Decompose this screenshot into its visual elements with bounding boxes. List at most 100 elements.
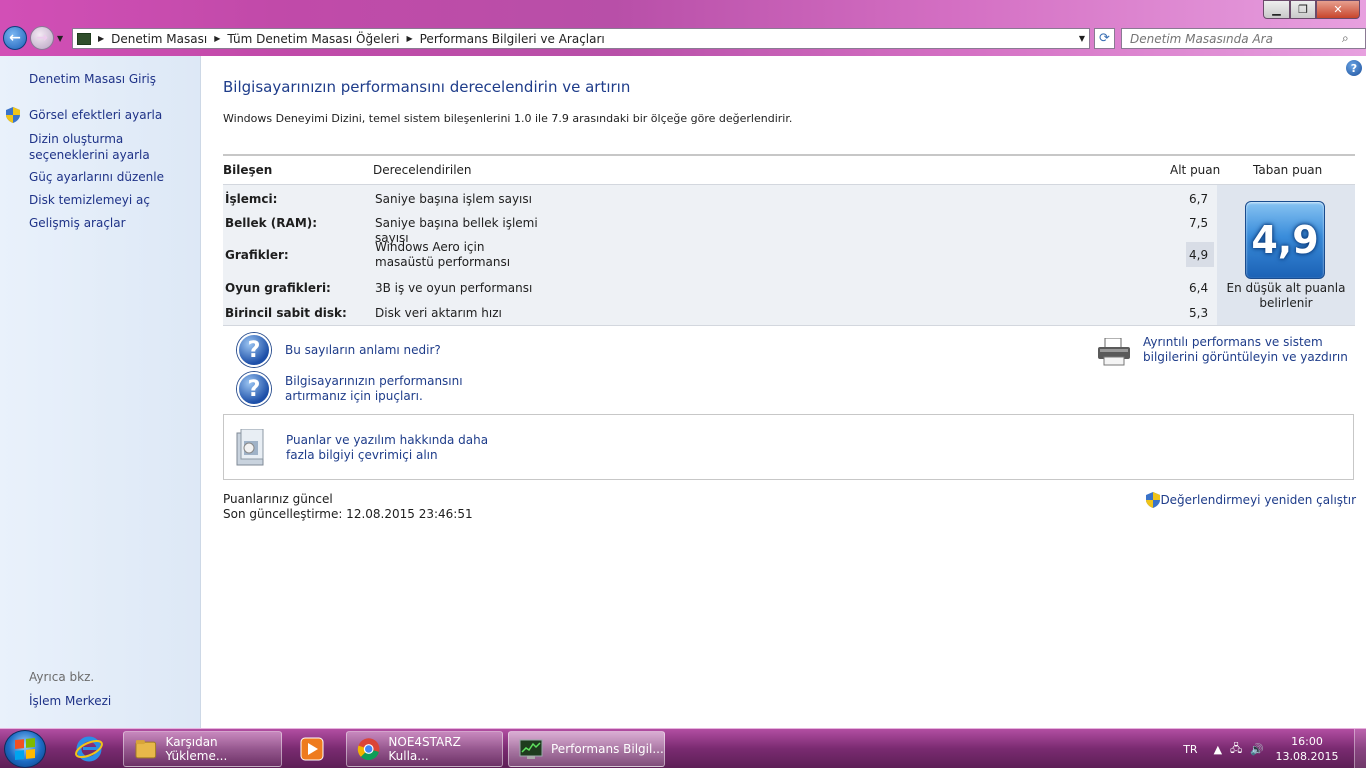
component-subscore: 6,4 bbox=[1189, 281, 1209, 295]
close-icon: ✕ bbox=[1333, 3, 1343, 16]
online-info-link[interactable]: Puanlar ve yazılım hakkında daha fazla b… bbox=[286, 433, 506, 463]
column-header-base-score: Taban puan bbox=[1253, 163, 1323, 177]
breadcrumb-separator-icon[interactable]: ▶ bbox=[406, 34, 412, 43]
minimize-icon: ▁ bbox=[1272, 3, 1281, 16]
address-dropdown-icon[interactable]: ▼ bbox=[1079, 34, 1085, 43]
search-box[interactable]: ⌕ bbox=[1121, 28, 1366, 49]
tips-link[interactable]: Bilgisayarınızın performansını artırmanı… bbox=[285, 374, 505, 404]
system-tray: TR ▲ 🖧 🔊 16:00 13.08.2015 bbox=[1183, 729, 1366, 768]
close-button[interactable]: ✕ bbox=[1316, 0, 1360, 19]
online-info-box: Puanlar ve yazılım hakkında daha fazla b… bbox=[223, 414, 1354, 480]
component-subscore: 4,9 bbox=[1189, 248, 1209, 262]
media-player-icon bbox=[300, 737, 324, 761]
address-bar[interactable]: ▶ Denetim Masası ▶ Tüm Denetim Masası Öğ… bbox=[72, 28, 1090, 49]
component-subscore: 7,5 bbox=[1189, 216, 1209, 230]
start-button[interactable] bbox=[4, 730, 46, 768]
volume-icon[interactable]: 🔊 bbox=[1250, 743, 1264, 756]
search-icon[interactable]: ⌕ bbox=[1342, 31, 1349, 46]
main-content: ? Bilgisayarınızın performansını derecel… bbox=[201, 56, 1366, 728]
taskbar-item-chrome[interactable]: NOE4STARZ Kulla... bbox=[346, 731, 503, 767]
sidebar-item-indexing-options[interactable]: Dizin oluşturma seçeneklerini ayarla bbox=[29, 131, 199, 163]
last-update-text: Son güncelleştirme: 12.08.2015 23:46:51 bbox=[223, 507, 473, 521]
component-subscore: 6,7 bbox=[1189, 192, 1209, 206]
navigation-buttons: ← → ▼ bbox=[3, 26, 63, 50]
back-button[interactable]: ← bbox=[3, 26, 27, 50]
clock-time: 16:00 bbox=[1291, 735, 1323, 748]
meaning-link[interactable]: Bu sayıların anlamı nedir? bbox=[285, 343, 441, 358]
media-player-pin[interactable] bbox=[287, 732, 337, 766]
maximize-button[interactable]: ❐ bbox=[1290, 0, 1316, 19]
window-controls: ▁ ❐ ✕ bbox=[1263, 0, 1360, 19]
uac-shield-icon bbox=[1146, 492, 1161, 508]
clock[interactable]: 16:00 13.08.2015 bbox=[1272, 734, 1342, 764]
table-divider bbox=[223, 154, 1355, 156]
recent-pages-dropdown[interactable]: ▼ bbox=[57, 34, 63, 43]
arrow-right-icon: → bbox=[36, 30, 48, 46]
base-score-panel: 4,9 En düşük alt puanla belirlenir bbox=[1217, 184, 1355, 326]
rerun-assessment[interactable]: Değerlendirmeyi yeniden çalıştır bbox=[1146, 492, 1356, 508]
sidebar-item-visual-effects[interactable]: Görsel efektleri ayarla bbox=[29, 107, 199, 123]
score-rows: İşlemci: Saniye başına işlem sayısı 6,7 … bbox=[223, 184, 1217, 326]
window-title-bar: ▁ ❐ ✕ ← → ▼ ▶ Denetim Masası ▶ Tüm Denet… bbox=[0, 0, 1366, 56]
refresh-icon: ⟳ bbox=[1099, 31, 1110, 46]
breadcrumb-separator-icon[interactable]: ▶ bbox=[98, 34, 104, 43]
component-label: Birincil sabit disk: bbox=[225, 306, 347, 320]
scores-current-text: Puanlarınız güncel bbox=[223, 492, 333, 506]
control-panel-icon bbox=[77, 32, 91, 45]
taskbar-item-performance[interactable]: Performans Bilgil... bbox=[508, 731, 665, 767]
folder-icon bbox=[135, 740, 157, 759]
sidebar-item-disk-cleanup[interactable]: Disk temizlemeyi aç bbox=[29, 192, 199, 208]
performance-icon bbox=[519, 739, 543, 759]
sidebar-item-power-settings[interactable]: Güç ayarlarını düzenle bbox=[29, 169, 199, 185]
component-label: İşlemci: bbox=[225, 192, 278, 206]
windows-logo-icon bbox=[15, 737, 35, 761]
question-icon: ? bbox=[237, 333, 271, 367]
page-title: Bilgisayarınızın performansını derecelen… bbox=[223, 78, 631, 96]
maximize-icon: ❐ bbox=[1298, 3, 1308, 16]
taskbar-item-label: Karşıdan Yükleme... bbox=[165, 735, 228, 763]
printer-icon bbox=[1098, 338, 1130, 366]
sidebar-item-advanced-tools[interactable]: Gelişmiş araçlar bbox=[29, 215, 199, 231]
software-box-icon bbox=[236, 429, 264, 466]
details-print-link[interactable]: Ayrıntılı performans ve sistem bilgileri… bbox=[1143, 335, 1358, 365]
base-score-badge: 4,9 bbox=[1245, 201, 1325, 279]
question-icon: ? bbox=[237, 372, 271, 406]
component-rated: Disk veri aktarım hızı bbox=[375, 306, 502, 320]
taskbar-item-downloads[interactable]: Karşıdan Yükleme... bbox=[123, 731, 282, 767]
component-label: Bellek (RAM): bbox=[225, 216, 318, 230]
base-score-caption: En düşük alt puanla belirlenir bbox=[1226, 281, 1346, 310]
column-header-rated: Derecelendirilen bbox=[373, 163, 472, 177]
component-label: Oyun grafikleri: bbox=[225, 281, 331, 295]
component-subscore: 5,3 bbox=[1189, 306, 1209, 320]
search-input[interactable] bbox=[1122, 31, 1342, 46]
status-text: Puanlarınız güncel Son güncelleştirme: 1… bbox=[223, 492, 473, 522]
sidebar-home-link[interactable]: Denetim Masası Giriş bbox=[29, 71, 199, 87]
breadcrumb-control-panel[interactable]: Denetim Masası bbox=[111, 32, 207, 46]
breadcrumb-separator-icon[interactable]: ▶ bbox=[214, 34, 220, 43]
forward-button[interactable]: → bbox=[30, 26, 54, 50]
arrow-left-icon: ← bbox=[9, 30, 21, 46]
base-score-value: 4,9 bbox=[1251, 218, 1319, 262]
show-desktop-button[interactable] bbox=[1354, 729, 1366, 768]
network-icon[interactable]: 🖧 bbox=[1230, 740, 1242, 759]
component-rated: Windows Aero için masaüstü performansı bbox=[375, 240, 511, 269]
breadcrumb-performance[interactable]: Performans Bilgileri ve Araçları bbox=[420, 32, 605, 46]
column-header-component: Bileşen bbox=[223, 163, 273, 177]
breadcrumb-all-items[interactable]: Tüm Denetim Masası Öğeleri bbox=[227, 32, 399, 46]
chrome-icon bbox=[357, 738, 380, 760]
sidebar-item-action-center[interactable]: İşlem Merkezi bbox=[29, 693, 199, 709]
internet-explorer-pin[interactable] bbox=[64, 732, 114, 766]
rerun-assessment-link[interactable]: Değerlendirmeyi yeniden çalıştır bbox=[1160, 493, 1356, 508]
clock-date: 13.08.2015 bbox=[1275, 750, 1339, 763]
minimize-button[interactable]: ▁ bbox=[1263, 0, 1290, 19]
taskbar-item-label: NOE4STARZ Kulla... bbox=[388, 735, 461, 763]
uac-shield-icon bbox=[6, 107, 20, 123]
show-hidden-icons-icon[interactable]: ▲ bbox=[1214, 743, 1222, 756]
refresh-button[interactable]: ⟳ bbox=[1094, 28, 1115, 49]
page-description: Windows Deneyimi Dizini, temel sistem bi… bbox=[223, 112, 793, 125]
help-icon[interactable]: ? bbox=[1346, 60, 1362, 76]
component-rated: Saniye başına işlem sayısı bbox=[375, 192, 532, 206]
task-pane: Denetim Masası Giriş Görsel efektleri ay… bbox=[0, 56, 201, 728]
language-indicator[interactable]: TR bbox=[1183, 743, 1197, 756]
component-rated: 3B iş ve oyun performansı bbox=[375, 281, 533, 295]
